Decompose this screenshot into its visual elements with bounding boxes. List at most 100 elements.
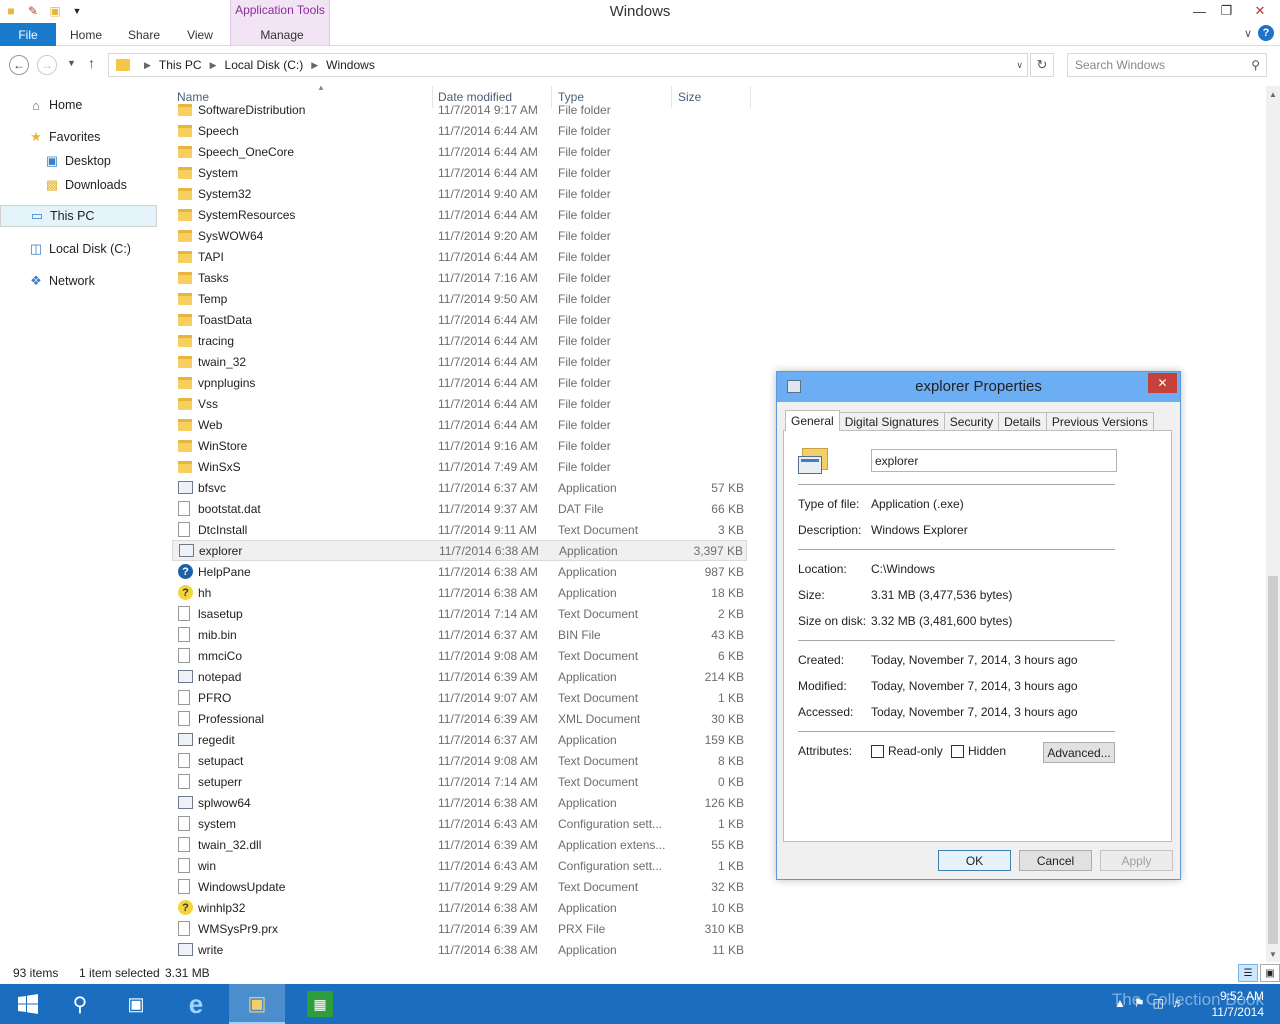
table-row[interactable]: setupact 11/7/2014 9:08 AM Text Document 8 … xyxy=(172,750,747,771)
start-button[interactable] xyxy=(0,984,56,1024)
tab-view[interactable]: View xyxy=(172,23,228,46)
large-icons-view-icon[interactable]: ▣ xyxy=(1260,964,1280,982)
nav-item-downloads[interactable]: ▩ Downloads xyxy=(0,174,157,196)
table-row[interactable]: ? HelpPane 11/7/2014 6:38 AM Application 987… xyxy=(172,561,747,582)
apply-button[interactable]: Apply xyxy=(1100,850,1173,871)
nav-item-desktop[interactable]: ▣ Desktop xyxy=(0,150,157,172)
table-row[interactable]: DtcInstall 11/7/2014 9:11 AM Text Document… xyxy=(172,519,747,540)
breadcrumb-this-pc[interactable]: This PC xyxy=(159,58,202,72)
table-row[interactable]: twain_32.dll 11/7/2014 6:39 AM Application… xyxy=(172,834,747,855)
back-button[interactable]: ← xyxy=(9,55,29,75)
table-row[interactable]: system 11/7/2014 6:43 AM Configuration set… xyxy=(172,813,747,834)
tab-share[interactable]: Share xyxy=(116,23,172,46)
show-hidden-icons-icon[interactable]: ▲ xyxy=(1114,996,1126,1010)
table-row[interactable]: WMSysPr9.prx 11/7/2014 6:39 AM PRX File 310… xyxy=(172,918,747,939)
table-row[interactable]: Web 11/7/2014 6:44 AM File folder xyxy=(172,414,747,435)
table-row[interactable]: System 11/7/2014 6:44 AM File folder xyxy=(172,162,747,183)
table-row[interactable]: SystemResources 11/7/2014 6:44 AM File fol… xyxy=(172,204,747,225)
scroll-up-icon[interactable]: ▲ xyxy=(1266,86,1280,102)
recent-locations-icon[interactable]: ▼ xyxy=(67,58,76,68)
column-divider[interactable] xyxy=(750,86,751,108)
table-row[interactable]: splwow64 11/7/2014 6:38 AM Application 126 … xyxy=(172,792,747,813)
tab-previous-versions[interactable]: Previous Versions xyxy=(1045,412,1154,431)
search-taskbar-button[interactable]: ⚲ xyxy=(52,984,108,1024)
tab-security[interactable]: Security xyxy=(943,412,1000,431)
nav-item-home[interactable]: ⌂ Home xyxy=(0,94,157,116)
file-explorer-button[interactable]: ▣ xyxy=(229,984,285,1024)
table-row[interactable]: mib.bin 11/7/2014 6:37 AM BIN File 43 KB xyxy=(172,624,747,645)
advanced-button[interactable]: Advanced... xyxy=(1043,742,1115,763)
table-row[interactable]: Temp 11/7/2014 9:50 AM File folder xyxy=(172,288,747,309)
table-row[interactable]: Tasks 11/7/2014 7:16 AM File folder xyxy=(172,267,747,288)
breadcrumb-windows[interactable]: Windows xyxy=(326,58,375,72)
table-row[interactable]: win 11/7/2014 6:43 AM Configuration sett..… xyxy=(172,855,747,876)
table-row[interactable]: tracing 11/7/2014 6:44 AM File folder xyxy=(172,330,747,351)
up-button[interactable]: ↑ xyxy=(88,55,95,71)
table-row[interactable]: Vss 11/7/2014 6:44 AM File folder xyxy=(172,393,747,414)
table-row[interactable]: lsasetup 11/7/2014 7:14 AM Text Document 2 … xyxy=(172,603,747,624)
scrollbar-thumb[interactable] xyxy=(1268,576,1278,944)
search-input[interactable]: Search Windows ⚲ xyxy=(1067,53,1267,77)
table-row[interactable]: Speech 11/7/2014 6:44 AM File folder xyxy=(172,120,747,141)
search-icon[interactable]: ⚲ xyxy=(1251,58,1260,72)
tab-home[interactable]: Home xyxy=(56,23,116,46)
chevron-right-icon[interactable]: ▶ xyxy=(144,60,151,71)
expand-ribbon-icon[interactable]: ∨ xyxy=(1244,27,1252,40)
table-row[interactable]: ToastData 11/7/2014 6:44 AM File folder xyxy=(172,309,747,330)
tab-file[interactable]: File xyxy=(0,23,56,46)
table-row[interactable]: notepad 11/7/2014 6:39 AM Application 214 K… xyxy=(172,666,747,687)
table-row[interactable]: PFRO 11/7/2014 9:07 AM Text Document 1 KB xyxy=(172,687,747,708)
table-row[interactable]: bootstat.dat 11/7/2014 9:37 AM DAT File 66 … xyxy=(172,498,747,519)
tab-manage[interactable]: Manage xyxy=(232,23,332,46)
read-only-checkbox[interactable]: Read-only xyxy=(871,744,943,758)
nav-item-favorites[interactable]: ★ Favorites xyxy=(0,126,157,148)
hidden-checkbox[interactable]: Hidden xyxy=(951,744,1006,758)
help-icon[interactable]: ? xyxy=(1258,25,1274,41)
forward-button[interactable]: → xyxy=(37,55,57,75)
customize-qat-icon[interactable]: ▼ xyxy=(68,2,86,20)
table-row[interactable]: WindowsUpdate 11/7/2014 9:29 AM Text Docum… xyxy=(172,876,747,897)
ok-button[interactable]: OK xyxy=(938,850,1011,871)
checkbox-box[interactable] xyxy=(951,744,964,758)
file-name-field[interactable] xyxy=(871,449,1117,472)
table-row[interactable]: WinStore 11/7/2014 9:16 AM File folder xyxy=(172,435,747,456)
vertical-scrollbar[interactable]: ▲ ▼ xyxy=(1266,86,1280,962)
tab-general[interactable]: General xyxy=(785,410,840,431)
maximize-button[interactable]: ❐ xyxy=(1213,0,1240,22)
dialog-title-bar[interactable]: explorer Properties ✕ xyxy=(777,372,1180,402)
table-row[interactable]: setuperr 11/7/2014 7:14 AM Text Document 0 … xyxy=(172,771,747,792)
scroll-down-icon[interactable]: ▼ xyxy=(1266,946,1280,962)
table-row[interactable]: bfsvc 11/7/2014 6:37 AM Application 57 KB xyxy=(172,477,747,498)
cancel-button[interactable]: Cancel xyxy=(1019,850,1092,871)
nav-item-network[interactable]: ❖ Network xyxy=(0,270,157,292)
refresh-button[interactable]: ↻ xyxy=(1030,53,1054,77)
dialog-close-button[interactable]: ✕ xyxy=(1148,373,1177,393)
table-row[interactable]: ? hh 11/7/2014 6:38 AM Application 18 KB xyxy=(172,582,747,603)
clock[interactable]: 9:52 AM 11/7/2014 xyxy=(1212,988,1265,1020)
store-button[interactable]: ▦ xyxy=(292,984,348,1024)
table-row[interactable]: SoftwareDistribution 11/7/2014 9:17 AM Fil… xyxy=(172,99,747,120)
network-status-icon[interactable]: ◫ xyxy=(1153,996,1164,1010)
address-bar[interactable]: ▶ This PC ▶ Local Disk (C:) ▶ Windows ∨ xyxy=(108,53,1028,77)
table-row[interactable]: Professional 11/7/2014 6:39 AM XML Documen… xyxy=(172,708,747,729)
table-row[interactable]: mmciCo 11/7/2014 9:08 AM Text Document 6 KB xyxy=(172,645,747,666)
table-row[interactable]: explorer 11/7/2014 6:38 AM Application 3,39… xyxy=(172,540,747,561)
tab-details[interactable]: Details xyxy=(998,412,1047,431)
internet-explorer-button[interactable]: e xyxy=(168,984,224,1024)
table-row[interactable]: regedit 11/7/2014 6:37 AM Application 159 K… xyxy=(172,729,747,750)
details-view-icon[interactable]: ☰ xyxy=(1238,964,1258,982)
nav-item-local-disk[interactable]: ◫ Local Disk (C:) xyxy=(0,238,157,260)
chevron-down-icon[interactable]: ∨ xyxy=(1016,60,1023,71)
tab-digital-signatures[interactable]: Digital Signatures xyxy=(838,412,945,431)
table-row[interactable]: WinSxS 11/7/2014 7:49 AM File folder xyxy=(172,456,747,477)
properties-icon[interactable]: ✎ xyxy=(24,2,42,20)
chevron-right-icon[interactable]: ▶ xyxy=(311,60,318,71)
table-row[interactable]: twain_32 11/7/2014 6:44 AM File folder xyxy=(172,351,747,372)
chevron-right-icon[interactable]: ▶ xyxy=(210,60,217,71)
new-folder-icon[interactable]: ▣ xyxy=(46,2,64,20)
task-view-button[interactable]: ▣ xyxy=(108,984,164,1024)
table-row[interactable]: write 11/7/2014 6:38 AM Application 11 KB xyxy=(172,939,747,960)
checkbox-box[interactable] xyxy=(871,744,884,758)
table-row[interactable]: Speech_OneCore 11/7/2014 6:44 AM File fold… xyxy=(172,141,747,162)
breadcrumb-local-disk[interactable]: Local Disk (C:) xyxy=(225,58,304,72)
